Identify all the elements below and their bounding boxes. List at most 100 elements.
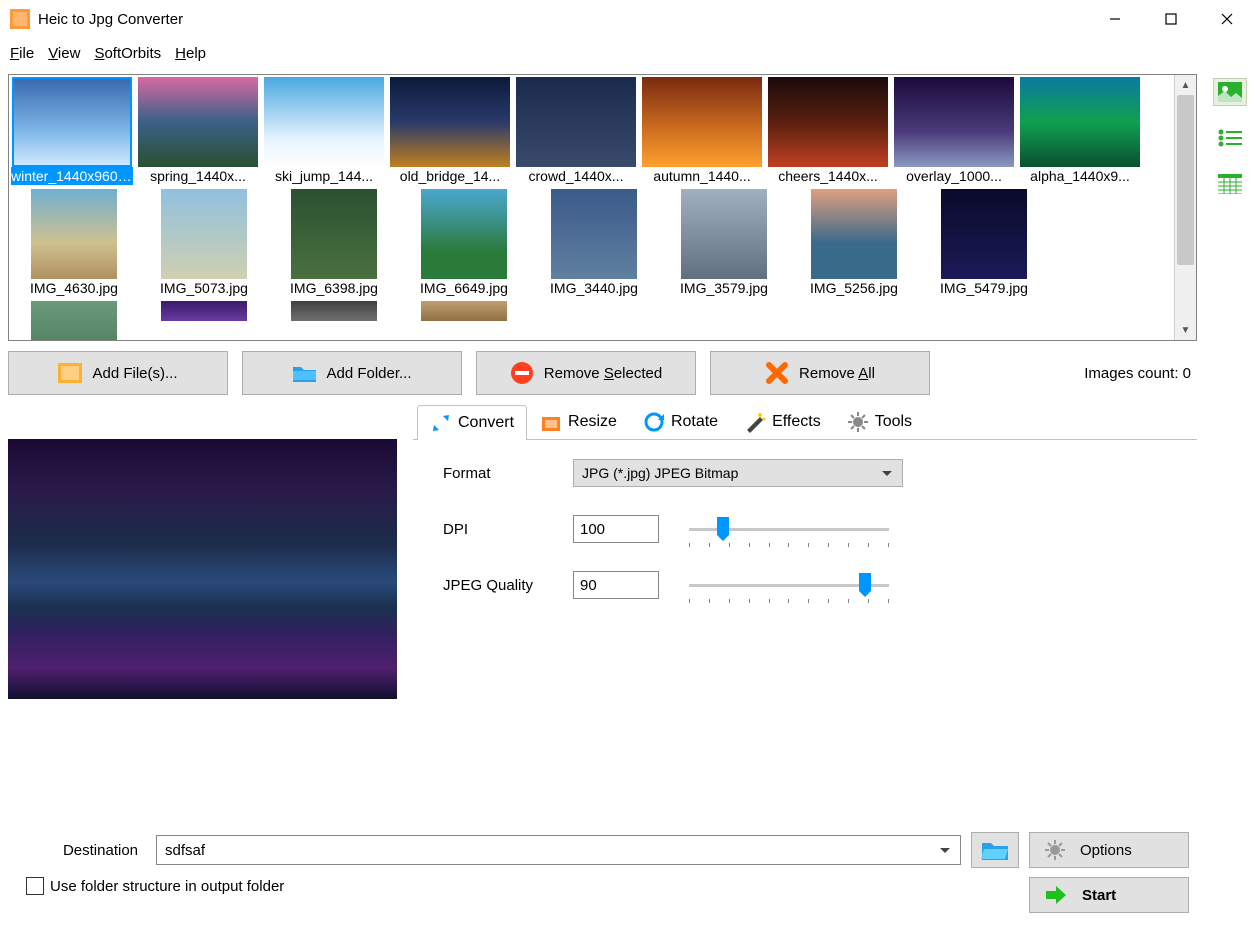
thumbnail-item[interactable] <box>141 301 267 340</box>
resize-icon <box>540 411 562 433</box>
options-button[interactable]: Options <box>1029 832 1189 868</box>
scroll-down-icon[interactable]: ▼ <box>1175 320 1196 340</box>
right-toolbar <box>1205 68 1255 929</box>
thumbnail-label: overlay_1000... <box>893 167 1015 185</box>
add-files-icon <box>58 361 82 385</box>
tab-resize[interactable]: Resize <box>527 404 630 439</box>
thumbnail-image <box>291 189 377 279</box>
preview-image <box>8 439 397 699</box>
scrollbar-thumb[interactable] <box>1177 95 1194 265</box>
thumbnail-item[interactable] <box>401 301 527 340</box>
thumbnail-item[interactable]: IMG_5256.jpg <box>791 189 917 297</box>
thumbnail-image <box>642 77 762 167</box>
view-list-button[interactable] <box>1213 124 1247 152</box>
add-folder-icon <box>292 361 316 385</box>
thumbnail-item[interactable] <box>271 301 397 340</box>
format-value: JPG (*.jpg) JPEG Bitmap <box>582 465 738 481</box>
thumbnail-item[interactable]: cheers_1440x... <box>767 77 889 185</box>
thumbnail-item[interactable]: winter_1440x960.heic <box>11 77 133 185</box>
remove-all-icon <box>765 361 789 385</box>
thumbnail-image <box>161 189 247 279</box>
scroll-up-icon[interactable]: ▲ <box>1175 75 1196 95</box>
thumbnail-item[interactable]: old_bridge_14... <box>389 77 511 185</box>
thumbnail-gallery: winter_1440x960.heicspring_1440x...ski_j… <box>8 74 1197 341</box>
thumbnail-item[interactable]: spring_1440x... <box>137 77 259 185</box>
thumbnail-item[interactable]: overlay_1000... <box>893 77 1015 185</box>
quality-input[interactable] <box>573 571 659 599</box>
menu-help[interactable]: Help <box>175 45 206 62</box>
format-label: Format <box>443 465 573 482</box>
thumbnail-item[interactable]: IMG_5073.jpg <box>141 189 267 297</box>
thumbnail-image <box>421 189 507 279</box>
thumbnail-image <box>12 77 132 167</box>
thumbnail-item[interactable]: crowd_1440x... <box>515 77 637 185</box>
menu-file[interactable]: File <box>10 45 34 62</box>
gear-icon <box>1044 839 1066 861</box>
tab-effects-label: Effects <box>772 413 821 431</box>
tab-rotate[interactable]: Rotate <box>630 404 731 439</box>
thumbnail-item[interactable]: IMG_3711.jpg <box>11 301 137 340</box>
remove-all-label: Remove All <box>799 365 875 382</box>
thumbnail-item[interactable]: IMG_4630.jpg <box>11 189 137 297</box>
thumbnail-image <box>516 77 636 167</box>
thumbnail-item[interactable]: IMG_3440.jpg <box>531 189 657 297</box>
tools-icon <box>847 411 869 433</box>
close-button[interactable] <box>1199 0 1255 38</box>
thumbnail-image <box>138 77 258 167</box>
add-files-button[interactable]: Add File(s)... <box>8 351 228 395</box>
action-row: Add File(s)... Add Folder... Remove Sele… <box>8 341 1197 403</box>
images-count: Images count: 0 <box>1084 365 1197 382</box>
convert-icon <box>430 412 452 434</box>
tab-convert[interactable]: Convert <box>417 405 527 440</box>
minimize-button[interactable] <box>1087 0 1143 38</box>
dpi-input[interactable] <box>573 515 659 543</box>
maximize-button[interactable] <box>1143 0 1199 38</box>
thumbnail-item[interactable]: ski_jump_144... <box>263 77 385 185</box>
menu-view[interactable]: View <box>48 45 80 62</box>
use-folder-structure-label: Use folder structure in output folder <box>50 878 284 895</box>
thumbnail-image <box>31 189 117 279</box>
remove-all-button[interactable]: Remove All <box>710 351 930 395</box>
tab-body-convert: Format JPG (*.jpg) JPEG Bitmap DPI J <box>413 439 1197 829</box>
thumbnail-image <box>291 301 377 321</box>
start-button[interactable]: Start <box>1029 877 1189 913</box>
effects-icon <box>744 411 766 433</box>
thumbnail-item[interactable]: alpha_1440x9... <box>1019 77 1141 185</box>
dpi-slider[interactable] <box>689 515 889 543</box>
quality-slider-handle[interactable] <box>859 573 871 591</box>
folder-icon <box>981 839 1009 861</box>
thumbnail-item[interactable]: IMG_3579.jpg <box>661 189 787 297</box>
thumbnail-item[interactable]: autumn_1440... <box>641 77 763 185</box>
tab-rotate-label: Rotate <box>671 413 718 431</box>
browse-button[interactable] <box>971 832 1019 868</box>
thumbnail-label: crowd_1440x... <box>515 167 637 185</box>
remove-selected-icon <box>510 361 534 385</box>
quality-slider[interactable] <box>689 571 889 599</box>
view-thumbnails-button[interactable] <box>1213 78 1247 106</box>
thumbnail-item[interactable]: IMG_6649.jpg <box>401 189 527 297</box>
destination-input[interactable]: sdfsaf <box>156 835 961 865</box>
thumbnail-image <box>941 189 1027 279</box>
thumbnail-label: ski_jump_144... <box>263 167 385 185</box>
thumbnail-item[interactable]: IMG_6398.jpg <box>271 189 397 297</box>
thumbnail-label: spring_1440x... <box>137 167 259 185</box>
view-details-button[interactable] <box>1213 170 1247 198</box>
remove-selected-button[interactable]: Remove Selected <box>476 351 696 395</box>
start-icon <box>1044 885 1068 905</box>
thumbnail-image <box>1020 77 1140 167</box>
tab-tools[interactable]: Tools <box>834 404 925 439</box>
destination-label: Destination <box>16 842 146 859</box>
use-folder-structure-checkbox[interactable] <box>26 877 44 895</box>
tab-convert-label: Convert <box>458 414 514 432</box>
thumbnail-item[interactable]: IMG_5479.jpg <box>921 189 1047 297</box>
thumbnail-label: IMG_4630.jpg <box>13 279 135 297</box>
thumbnail-label: old_bridge_14... <box>389 167 511 185</box>
thumbnail-label: cheers_1440x... <box>767 167 889 185</box>
gallery-scrollbar[interactable]: ▲ ▼ <box>1174 75 1196 340</box>
dpi-slider-handle[interactable] <box>717 517 729 535</box>
add-folder-button[interactable]: Add Folder... <box>242 351 462 395</box>
menu-softorbits[interactable]: SoftOrbits <box>94 45 161 62</box>
tab-effects[interactable]: Effects <box>731 404 834 439</box>
app-icon <box>10 9 30 29</box>
format-select[interactable]: JPG (*.jpg) JPEG Bitmap <box>573 459 903 487</box>
